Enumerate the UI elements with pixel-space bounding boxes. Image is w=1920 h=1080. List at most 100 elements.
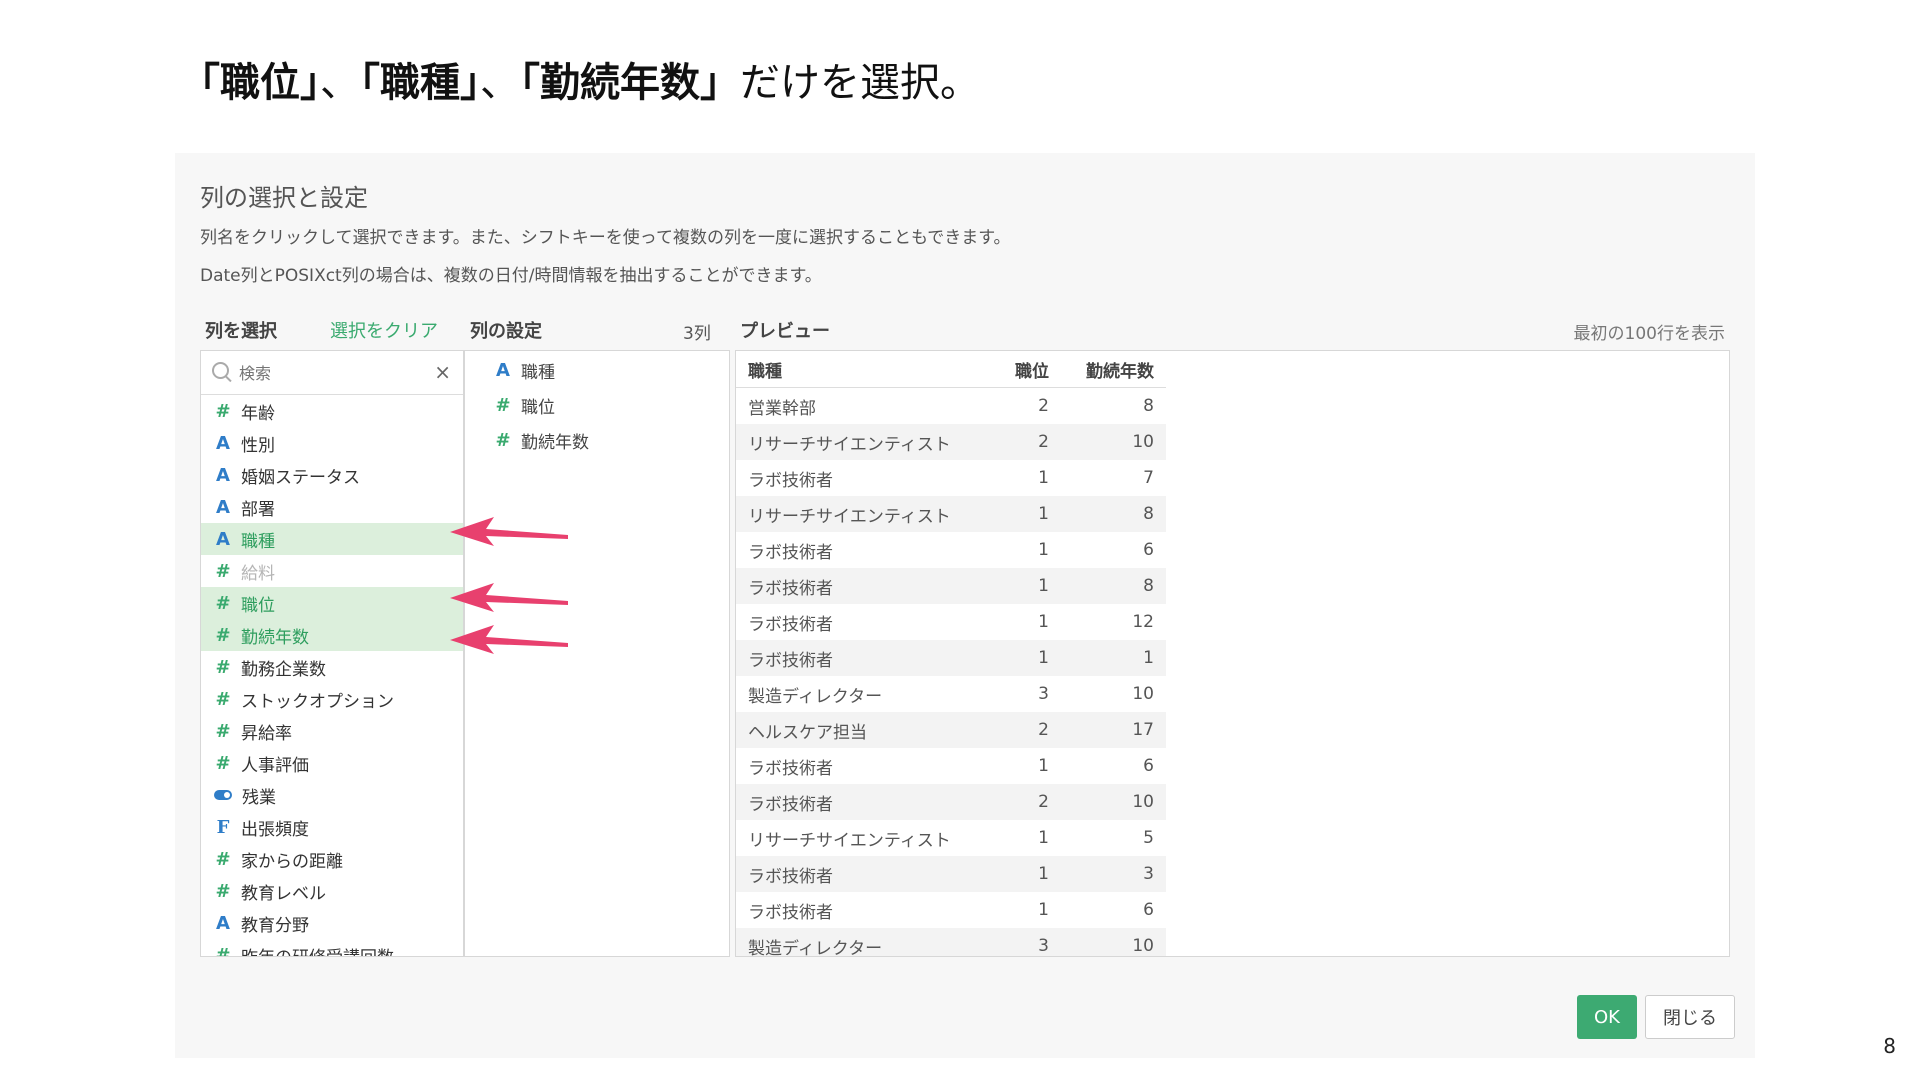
factor-type-icon: F xyxy=(216,816,230,838)
title-sep-2: 、 xyxy=(480,60,520,106)
table-cell: 3 xyxy=(1060,856,1166,892)
column-item[interactable]: # 教育レベル xyxy=(201,875,463,907)
table-cell: 製造ディレクター xyxy=(736,928,995,956)
table-cell: 8 xyxy=(1060,496,1166,532)
settings-count: 3列 xyxy=(683,324,711,344)
table-row: 製造ディレクター 3 10 xyxy=(736,928,1166,956)
column-item[interactable]: # 家からの距離 xyxy=(201,843,463,875)
close-button[interactable]: 閉じる xyxy=(1645,995,1735,1039)
table-cell: 10 xyxy=(1060,928,1166,956)
column-item[interactable]: # 職位 xyxy=(201,587,463,619)
table-row: リサーチサイエンティスト 1 5 xyxy=(736,820,1166,856)
table-cell: 2 xyxy=(1038,396,1049,416)
preview-header-row: 職種 職位 勤続年数 xyxy=(736,351,1166,388)
column-item[interactable]: A 婚姻ステータス xyxy=(201,459,463,491)
table-cell: 1 xyxy=(1038,828,1049,848)
table-cell: リサーチサイエンティスト xyxy=(736,496,995,532)
numeric-type-icon: # xyxy=(215,848,231,870)
table-cell: 1 xyxy=(994,856,1061,892)
text-type-icon: A xyxy=(216,528,230,550)
column-item-label: 職位 xyxy=(241,595,275,616)
column-item-label: ストックオプション xyxy=(241,691,394,712)
clear-search-icon[interactable]: × xyxy=(434,360,451,384)
column-item-label: 教育分野 xyxy=(241,915,309,936)
column-item[interactable]: # 人事評価 xyxy=(201,747,463,779)
table-cell: 1 xyxy=(1038,756,1049,776)
page-number: 8 xyxy=(1883,1034,1896,1058)
column-item-label: 職種 xyxy=(241,531,275,552)
column-item[interactable]: # 勤務企業数 xyxy=(201,651,463,683)
ok-button[interactable]: OK xyxy=(1577,995,1637,1039)
column-item[interactable]: A 職種 xyxy=(201,523,463,555)
settings-item-label: 勤続年数 xyxy=(521,433,589,453)
clear-selection-link[interactable]: 選択をクリア xyxy=(330,317,438,343)
settings-item[interactable]: # 職位 xyxy=(465,388,729,423)
table-row: リサーチサイエンティスト 1 8 xyxy=(736,496,1166,532)
table-cell: 1 xyxy=(994,640,1061,676)
text-type-icon: A xyxy=(216,912,230,934)
column-item-label: 勤続年数 xyxy=(241,627,309,648)
column-list: # 年齢 A 性別 A 婚姻ステータス A 部署 A 職種 # 給料 # 職位 # 勤続年数 # 勤務企業数 # スト… xyxy=(201,395,463,957)
column-item[interactable]: # 給料 xyxy=(201,555,463,587)
table-cell: 6 xyxy=(1143,540,1154,560)
table-cell: ラボ技術者 xyxy=(748,614,833,635)
table-row: ラボ技術者 1 3 xyxy=(736,856,1166,892)
search-icon xyxy=(212,362,229,379)
table-cell: 8 xyxy=(1143,396,1154,416)
table-cell: 1 xyxy=(1038,540,1049,560)
column-item[interactable]: A 性別 xyxy=(201,427,463,459)
search-box: × xyxy=(201,351,463,395)
settings-item[interactable]: A 職種 xyxy=(465,353,729,388)
column-item-label: 年齢 xyxy=(241,403,275,424)
column-item[interactable]: A 教育分野 xyxy=(201,907,463,939)
column-item[interactable]: # 昨年の研修受講回数 xyxy=(201,939,463,957)
title-bold-2: 「職種」 xyxy=(360,60,480,106)
preview-col-header: 職種 xyxy=(736,351,995,388)
table-cell: 1 xyxy=(1038,900,1049,920)
table-cell: ラボ技術者 xyxy=(748,758,833,779)
table-cell: ラボ技術者 xyxy=(748,542,833,563)
table-cell: ラボ技術者 xyxy=(748,470,833,491)
preview-table: 職種 職位 勤続年数 営業幹部 2 8 リサーチサイエンティスト 2 10 ラボ技術者 1 7 リ… xyxy=(736,351,1166,956)
table-cell: リサーチサイエンティスト xyxy=(748,830,951,851)
logical-type-icon xyxy=(214,790,232,800)
table-cell: ラボ技術者 xyxy=(736,568,995,604)
preview-note: 最初の100行を表示 xyxy=(1573,324,1725,344)
column-item[interactable]: A 部署 xyxy=(201,491,463,523)
numeric-type-icon: # xyxy=(215,560,231,582)
column-item-label: 人事評価 xyxy=(241,755,309,776)
table-cell: 17 xyxy=(1060,712,1166,748)
column-item[interactable]: # ストックオプション xyxy=(201,683,463,715)
settings-item[interactable]: # 勤続年数 xyxy=(465,423,729,458)
column-item[interactable]: # 勤続年数 xyxy=(201,619,463,651)
table-row: リサーチサイエンティスト 2 10 xyxy=(736,424,1166,460)
column-list-panel: × #年齢A性別A婚姻ステータスA部署A職種#給料#職位#勤続年数#勤務企業数#… xyxy=(200,350,464,957)
numeric-type-icon: # xyxy=(215,592,231,614)
column-item-label: 出張頻度 xyxy=(241,819,309,840)
column-item[interactable]: F 出張頻度 xyxy=(201,811,463,843)
preview-header: プレビュー xyxy=(740,321,830,342)
table-cell: ラボ技術者 xyxy=(736,856,995,892)
column-item[interactable]: # 年齢 xyxy=(201,395,463,427)
preview-col-header: 勤続年数 xyxy=(1060,351,1166,388)
table-cell: 1 xyxy=(994,568,1061,604)
column-item[interactable]: 残業 xyxy=(201,779,463,811)
text-type-icon: A xyxy=(216,496,230,518)
arrow-icon xyxy=(450,517,568,546)
arrow-icon xyxy=(450,625,568,654)
column-item-label: 部署 xyxy=(241,499,275,520)
column-item-label: 性別 xyxy=(241,435,275,456)
column-item[interactable]: # 昇給率 xyxy=(201,715,463,747)
table-row: ラボ技術者 1 12 xyxy=(736,604,1166,640)
table-cell: 営業幹部 xyxy=(748,398,816,419)
table-cell: 6 xyxy=(1143,756,1154,776)
search-input[interactable] xyxy=(237,360,421,386)
settings-item-label: 職種 xyxy=(521,363,555,383)
table-row: 営業幹部 2 8 xyxy=(736,388,1166,425)
column-item-label: 給料 xyxy=(241,563,275,584)
column-item-label: 婚姻ステータス xyxy=(241,467,360,488)
numeric-type-icon: # xyxy=(495,395,511,416)
dialog-description-1: 列名をクリックして選択できます。また、シフトキーを使って複数の列を一度に選択する… xyxy=(200,228,1011,248)
column-item-label: 勤務企業数 xyxy=(241,659,326,680)
table-row: ラボ技術者 1 7 xyxy=(736,460,1166,496)
